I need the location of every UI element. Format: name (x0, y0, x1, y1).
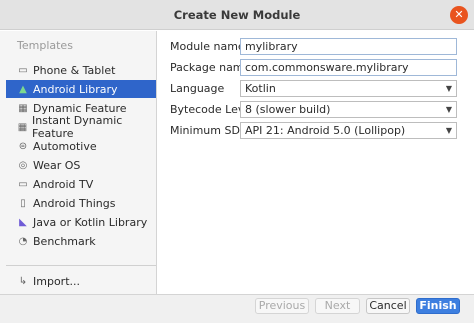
minimum-sdk-label: Minimum SDK (170, 123, 248, 137)
phone-tablet-icon: ▭ (18, 64, 28, 76)
sidebar-item-automotive[interactable]: ⊜ Automotive (6, 137, 156, 155)
window-title: Create New Module (173, 8, 301, 22)
sidebar-item-label: Automotive (33, 139, 97, 153)
minimum-sdk-row: Minimum SDK API 21: Android 5.0 (Lollipo… (170, 121, 457, 139)
android-icon: ▲ (19, 83, 27, 95)
sidebar-item-label: Java or Kotlin Library (33, 215, 148, 229)
templates-header: Templates (17, 39, 73, 52)
language-label: Language (170, 81, 225, 95)
instant-feature-icon: ▦ (17, 121, 28, 133)
watch-icon: ◎ (18, 159, 28, 171)
next-button[interactable]: Next (315, 298, 360, 314)
sidebar-item-wear-os[interactable]: ◎ Wear OS (6, 156, 156, 174)
bytecode-level-select[interactable]: 8 (slower build) ▼ (240, 100, 457, 118)
chevron-down-icon: ▼ (445, 125, 452, 135)
kotlin-icon: ◣ (19, 216, 27, 228)
things-icon: ▯ (20, 197, 26, 209)
bytecode-level-value: 8 (slower build) (245, 102, 331, 116)
tv-icon: ▭ (18, 178, 28, 190)
module-name-row: Module name ? mylibrary (170, 37, 457, 55)
sidebar-item-label: Benchmark (33, 234, 96, 248)
module-name-value: mylibrary (245, 39, 298, 53)
sidebar-item-label: Dynamic Feature (33, 101, 127, 115)
dynamic-feature-icon: ▦ (18, 102, 28, 114)
sidebar-item-java-kotlin-library[interactable]: ◣ Java or Kotlin Library (6, 213, 156, 231)
minimum-sdk-select[interactable]: API 21: Android 5.0 (Lollipop) ▼ (240, 121, 457, 139)
dialog-footer: Previous Next Cancel Finish (0, 294, 474, 323)
templates-sidebar: Templates ▭ Phone & Tablet ▲ Android Lib… (0, 31, 157, 294)
import-icon: ↳ (18, 275, 28, 287)
package-name-label: Package name (170, 60, 251, 74)
title-bar: Create New Module ✕ (0, 0, 474, 30)
minimum-sdk-value: API 21: Android 5.0 (Lollipop) (245, 123, 406, 137)
sidebar-item-android-things[interactable]: ▯ Android Things (6, 194, 156, 212)
chevron-down-icon: ▼ (445, 83, 452, 93)
sidebar-item-instant-dynamic-feature[interactable]: ▦ Instant Dynamic Feature (6, 114, 156, 140)
benchmark-icon: ◔ (18, 235, 28, 247)
module-name-label: Module name (170, 39, 245, 53)
finish-button[interactable]: Finish (416, 298, 460, 314)
close-icon: ✕ (454, 8, 464, 21)
package-name-row: Package name com.commonsware.mylibrary (170, 58, 457, 76)
sidebar-item-label: Phone & Tablet (33, 63, 116, 77)
sidebar-item-label: Android Things (33, 196, 116, 210)
bytecode-level-label: Bytecode Level (170, 102, 255, 116)
sidebar-item-label: Android TV (33, 177, 94, 191)
language-value: Kotlin (245, 81, 276, 95)
sidebar-item-phone-tablet[interactable]: ▭ Phone & Tablet (6, 61, 156, 79)
module-name-field[interactable]: mylibrary (240, 37, 457, 55)
sidebar-item-android-library[interactable]: ▲ Android Library (6, 80, 156, 98)
bytecode-level-row: Bytecode Level 8 (slower build) ▼ (170, 100, 457, 118)
close-button[interactable]: ✕ (450, 6, 468, 24)
sidebar-item-benchmark[interactable]: ◔ Benchmark (6, 232, 156, 250)
sidebar-item-import[interactable]: ↳ Import... (6, 272, 156, 290)
sidebar-divider (6, 265, 156, 266)
language-select[interactable]: Kotlin ▼ (240, 79, 457, 97)
previous-button[interactable]: Previous (255, 298, 309, 314)
chevron-down-icon: ▼ (445, 104, 452, 114)
sidebar-item-label: Android Library (33, 82, 118, 96)
sidebar-item-label: Import... (33, 274, 80, 288)
sidebar-item-android-tv[interactable]: ▭ Android TV (6, 175, 156, 193)
package-name-field[interactable]: com.commonsware.mylibrary (240, 58, 457, 76)
cancel-button[interactable]: Cancel (366, 298, 410, 314)
car-icon: ⊜ (18, 140, 28, 152)
language-row: Language Kotlin ▼ (170, 79, 457, 97)
package-name-value: com.commonsware.mylibrary (245, 60, 409, 74)
sidebar-item-label: Wear OS (33, 158, 81, 172)
